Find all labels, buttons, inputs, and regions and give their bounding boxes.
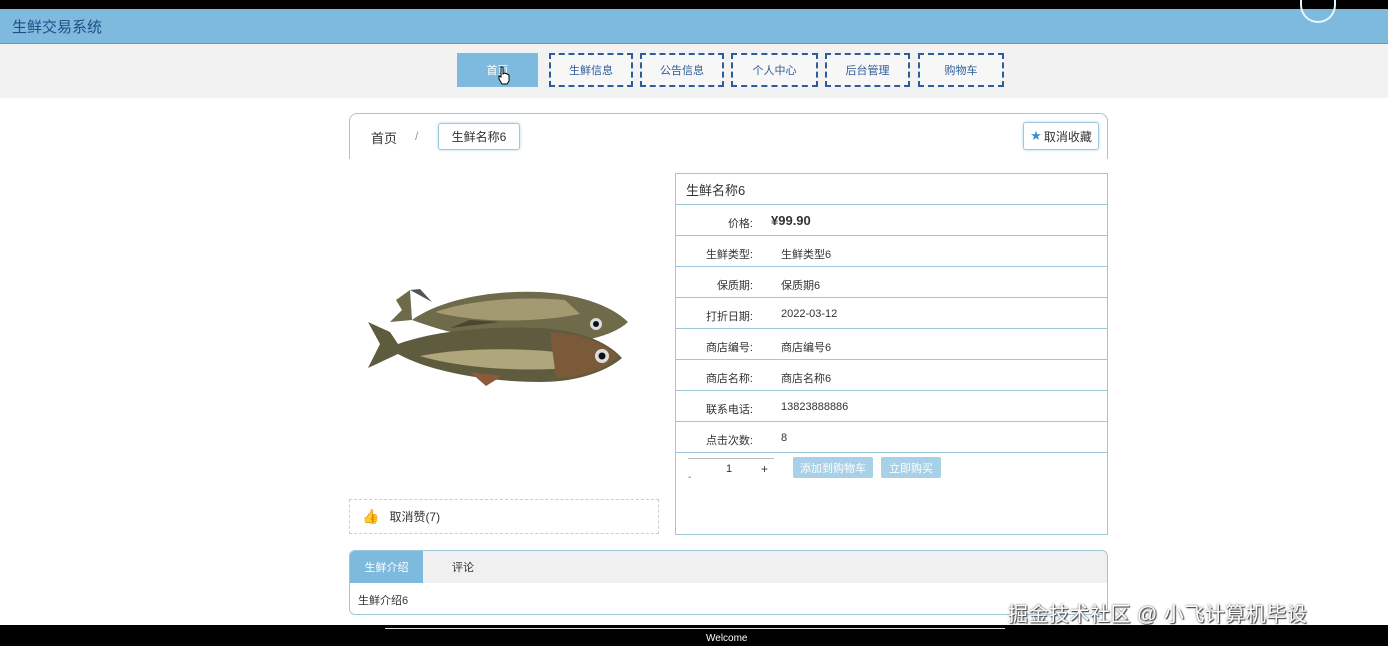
increment-button[interactable]: + (761, 462, 768, 476)
product-title: 生鲜名称6 (676, 174, 1107, 205)
tab-comments[interactable]: 评论 (428, 551, 498, 583)
info-row-phone: 联系电话: 13823888886 (676, 391, 1107, 422)
info-label: 价格: (727, 218, 753, 230)
nav-item-cart[interactable]: 购物车 (918, 53, 1004, 87)
info-row-shelf-life: 保质期: 保质期6 (676, 267, 1107, 298)
unfavorite-button[interactable]: ★ 取消收藏 (1023, 122, 1099, 150)
watermark: 掘金技术社区 @ 小飞计算机毕设 (1008, 604, 1308, 626)
add-to-cart-button[interactable]: 添加到购物车 (793, 457, 873, 478)
footer-welcome: Welcome (706, 633, 748, 644)
info-value: 商店名称6 (781, 373, 832, 385)
unlike-button[interactable]: 👍 取消赞(7) (349, 499, 659, 534)
info-label: 商店名称: (705, 373, 753, 385)
tabs-bar: 生鲜介绍 评论 (350, 551, 1107, 583)
info-label: 生鲜类型: (705, 249, 753, 261)
purchase-actions: - 1 + 添加到购物车 立即购买 (676, 453, 1107, 493)
info-label: 点击次数: (705, 435, 753, 447)
fish-image (368, 289, 628, 386)
avatar[interactable] (1300, 0, 1336, 23)
nav-item-notices[interactable]: 公告信息 (640, 53, 724, 87)
info-label: 商店编号: (705, 342, 753, 354)
info-row-store-name: 商店名称: 商店名称6 (676, 360, 1107, 391)
info-label: 联系电话: (705, 404, 753, 416)
top-black-bar (0, 0, 1388, 9)
info-row-clicks: 点击次数: 8 (676, 422, 1107, 453)
info-row-discount-date: 打折日期: 2022-03-12 (676, 298, 1107, 329)
info-row-store-id: 商店编号: 商店编号6 (676, 329, 1107, 360)
info-label: 打折日期: (705, 311, 753, 323)
info-row-type: 生鲜类型: 生鲜类型6 (676, 236, 1107, 267)
site-header: 生鲜交易系统 (0, 0, 1388, 44)
hand-cursor-icon (498, 66, 510, 85)
info-value: 商店编号6 (781, 342, 832, 354)
breadcrumb-home[interactable]: 首页 (371, 128, 397, 147)
detail-tabs: 生鲜介绍 评论 生鲜介绍6 (349, 550, 1108, 615)
info-value: 生鲜类型6 (781, 249, 832, 261)
breadcrumb-separator: / (415, 129, 419, 143)
price-value: ¥99.90 (771, 213, 811, 228)
nav-item-profile[interactable]: 个人中心 (731, 53, 818, 87)
info-row-price: 价格: ¥99.90 (676, 205, 1107, 236)
decrement-button[interactable]: - (688, 472, 691, 483)
breadcrumb-current: 生鲜名称6 (438, 123, 520, 150)
nav-item-admin[interactable]: 后台管理 (825, 53, 910, 87)
product-info-table: 生鲜名称6 价格: ¥99.90 生鲜类型: 生鲜类型6 保质期: 保质期6 打… (675, 173, 1108, 535)
thumb-up-icon: 👍 (362, 508, 380, 524)
tab-introduction[interactable]: 生鲜介绍 (350, 551, 423, 583)
star-icon: ★ (1030, 128, 1042, 143)
quantity-value[interactable]: 1 (726, 463, 732, 475)
footer-divider (385, 628, 1005, 629)
tab-content: 生鲜介绍6 (358, 595, 409, 607)
info-value: 2022-03-12 (781, 308, 838, 320)
nav-item-fresh-info[interactable]: 生鲜信息 (549, 53, 633, 87)
info-value: 13823888886 (781, 401, 849, 413)
info-label: 保质期: (716, 280, 753, 292)
breadcrumb: 首页 / 生鲜名称6 ★ 取消收藏 (349, 113, 1108, 159)
unlike-label: 取消赞(7) (389, 510, 441, 524)
unfavorite-label: 取消收藏 (1043, 129, 1092, 144)
info-value: 保质期6 (781, 280, 821, 292)
product-image (350, 172, 660, 492)
footer: Welcome (0, 625, 1388, 646)
main-nav: 首页 生鲜信息 公告信息 个人中心 后台管理 购物车 (0, 44, 1388, 98)
site-title: 生鲜交易系统 (12, 19, 103, 36)
quantity-stepper[interactable]: - 1 + (688, 458, 774, 483)
info-value: 8 (781, 432, 788, 444)
buy-now-button[interactable]: 立即购买 (881, 457, 941, 478)
